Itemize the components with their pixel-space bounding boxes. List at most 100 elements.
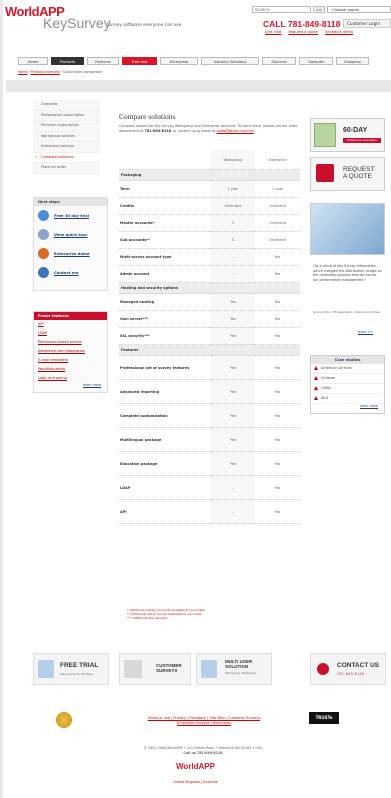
nav-samples[interactable]: Samples	[299, 57, 333, 65]
breadcrumb-home[interactable]: Home	[18, 70, 27, 74]
phone-number: CALL 781-849-8118	[263, 19, 341, 29]
pf-salesforce[interactable]: Salesforce.com integration	[34, 347, 107, 356]
search-input[interactable]: SEARCH	[252, 6, 311, 13]
promo-title: CUSTOMER SURVEYS	[156, 663, 182, 673]
breadcrumb-products[interactable]: Products overview	[31, 70, 60, 74]
case-unilever[interactable]: Unilever	[311, 374, 384, 384]
case-american-airlines[interactable]: American Airlines	[311, 364, 384, 374]
sidebar-item-compare[interactable]: Compare solutions	[33, 152, 100, 163]
case-learn-more[interactable]: learn more	[311, 404, 384, 408]
row-label: Professional set of survey features	[119, 355, 211, 380]
section-title: Hosting and security options	[119, 282, 300, 294]
promo-customer-surveys[interactable]: CUSTOMER SURVEYS	[119, 653, 191, 685]
pf-logic-piping[interactable]: Logic and piping	[34, 374, 107, 383]
table-row: Advanced reporting Yes Yes	[119, 379, 300, 404]
region-select[interactable]: Choose region	[327, 6, 391, 13]
customer-login-button[interactable]: Customer Login	[343, 19, 391, 28]
row-label: API	[119, 499, 211, 524]
schedule-demo-link[interactable]: Schedule demo	[325, 30, 353, 34]
cell-workgroup: Yes	[211, 403, 255, 428]
pf-email-reminders[interactable]: E-mail reminders	[34, 356, 107, 365]
section-title: Features	[119, 344, 300, 356]
row-label: Term	[119, 180, 211, 198]
trial-60day-banner[interactable]: 60-DAY Enterprise evaluation	[310, 118, 385, 152]
sales-email-link[interactable]: sales@keysurvey.com	[217, 129, 254, 133]
next-steps-title: Next steps	[34, 198, 107, 206]
enterprise-demo-link[interactable]: Enterprise demo	[34, 244, 107, 263]
cell-workgroup: –	[211, 475, 255, 500]
cell-workgroup: Yes	[211, 310, 255, 328]
section-title: Packaging	[119, 169, 300, 181]
truste-badge[interactable]: TRUSTe	[309, 712, 339, 724]
live-chat-link[interactable]: Live chat	[265, 30, 281, 34]
table-row: Complete customization Yes Yes	[119, 403, 300, 428]
sidebar-item-premium[interactable]: Premium subscription	[33, 121, 100, 132]
footer-logo[interactable]: WorldAPP	[0, 762, 391, 771]
table-row: SSL security*** Yes Yes	[119, 327, 300, 345]
row-label: Credits	[119, 197, 211, 215]
promo-sub: Key Survey for 30 Days	[60, 672, 93, 676]
intro-text: Compare options for Key Survey Workgroup…	[119, 124, 301, 133]
cell-workgroup: –	[211, 499, 255, 524]
pf-api[interactable]: API	[34, 320, 107, 329]
case-nlg[interactable]: NLG	[311, 394, 384, 404]
case-studies-box: Case studies American Airlines Unilever …	[310, 355, 385, 414]
table-row: Own server*** Yes Yes	[119, 310, 300, 328]
quick-tour-link[interactable]: View quick tour	[34, 225, 107, 244]
cell-enterprise: Yes	[255, 499, 300, 524]
pf-learn-more[interactable]: learn more	[34, 383, 107, 387]
request-quote-banner[interactable]: REQUEST A QUOTE	[310, 157, 385, 191]
cell-workgroup: Yes	[211, 293, 255, 311]
enterprise-demo-label: Enterprise demo	[54, 251, 90, 256]
table-row: Education package Yes Yes	[119, 451, 300, 476]
cell-workgroup: Yes	[211, 451, 255, 476]
keysurvey-logo[interactable]: KeySurvey	[43, 16, 111, 30]
sidebar-item-professional[interactable]: Professional subscription	[33, 110, 100, 121]
promo-sub: Workgroup, Enterprise	[225, 671, 257, 675]
row-label: LDAP	[119, 475, 211, 500]
cell-enterprise: Yes	[255, 475, 300, 500]
promo-contact-us[interactable]: CONTACT US 781-849-8118	[310, 653, 386, 685]
sidebar-item-workgroup[interactable]: Workgroup solution	[33, 131, 100, 142]
row-label: Master accounts*	[119, 214, 211, 232]
nav-products[interactable]: Products	[51, 57, 84, 65]
section-hosting: Hosting and security options	[119, 282, 300, 294]
row-label: Complete customization	[119, 403, 211, 428]
promo-multi-user[interactable]: MULTI USER SOLUTION Workgroup, Enterpris…	[196, 653, 272, 685]
search-button[interactable]: >>	[313, 6, 325, 13]
cell-enterprise: Unlimited	[255, 214, 300, 232]
pf-ldap[interactable]: LDAP	[34, 329, 107, 338]
cell-workgroup: Yes	[211, 327, 255, 345]
cell-enterprise: Yes	[255, 327, 300, 345]
row-label: Education package	[119, 451, 211, 476]
case-omac[interactable]: OMAC	[311, 384, 384, 394]
sidebar-item-enterprise[interactable]: Enterprise solution	[33, 142, 100, 153]
nav-home[interactable]: Home	[18, 57, 48, 65]
testimonial-more-link[interactable]: more >>	[358, 330, 373, 334]
sidebar-item-overview[interactable]: Overview	[33, 100, 100, 111]
contact-me-link[interactable]: Contact me	[34, 263, 107, 282]
promo-free-trial[interactable]: FREE TRIAL Key Survey for 30 Days	[33, 653, 109, 685]
sidebar-item-order[interactable]: Place an order	[33, 163, 100, 174]
cell-enterprise: Yes	[255, 265, 300, 283]
country-links[interactable]: United Kingdom | Australia	[0, 780, 391, 784]
header-blank	[119, 150, 211, 170]
nav-features[interactable]: Features	[87, 57, 119, 65]
header-links: Live chat Request a quote Schedule demo	[265, 30, 359, 34]
request-quote-link[interactable]: Request a quote	[289, 30, 318, 34]
nav-enterprise[interactable]: Enterprise	[160, 57, 198, 65]
page: WorldAPP KeySurvey Survey software every…	[3, 0, 391, 798]
nav-company[interactable]: Company	[336, 57, 369, 65]
nav-free-trial[interactable]: Free trial	[122, 57, 157, 65]
pf-workflow-alerts[interactable]: Workflow alerts	[34, 365, 107, 374]
nav-industry-solutions[interactable]: Industry Solutions	[201, 57, 259, 65]
surveys-icon	[124, 660, 142, 678]
free-trial-link[interactable]: Free 30 day trial	[34, 206, 107, 225]
footer-links-row2[interactable]: Employee Surveys | Resources	[119, 721, 289, 726]
award-badge-icon	[56, 712, 72, 728]
pf-permission[interactable]: Permission-based access	[34, 338, 107, 347]
section-packaging: Packaging	[119, 169, 300, 181]
testimonial-photo	[310, 203, 385, 255]
nav-services[interactable]: Services	[262, 57, 296, 65]
cell-enterprise: Yes	[255, 310, 300, 328]
